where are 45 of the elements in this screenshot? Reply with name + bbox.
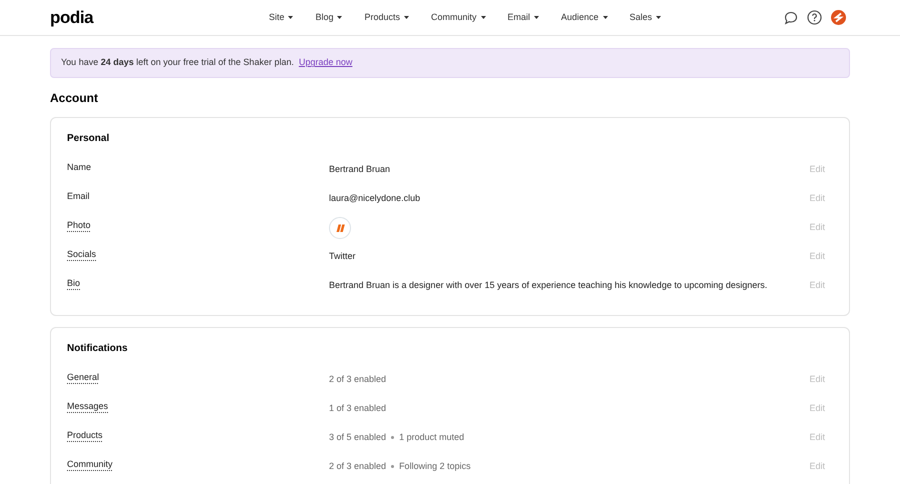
nav-menu[interactable]: Site (268, 10, 294, 24)
caret-icon (534, 16, 540, 19)
field-label: Name (67, 161, 92, 174)
card-title: Notifications (67, 342, 129, 356)
nav-menu[interactable]: Sales (630, 10, 662, 24)
field-value: Bertrand Bruan (329, 162, 390, 176)
upgrade-link[interactable]: Upgrade now (298, 56, 352, 70)
field-label[interactable]: Products (67, 429, 103, 442)
nav-menu[interactable]: Community (430, 10, 486, 24)
caret-icon (404, 16, 409, 19)
field-label[interactable]: Photo (67, 219, 91, 232)
trial-message: You have 24 days left on your free trial of the Shaker plan. (61, 56, 294, 70)
card-title: Personal (67, 132, 110, 146)
nav-menu[interactable]: Products (364, 10, 409, 24)
caret-icon (602, 16, 608, 19)
bullet-icon (391, 465, 394, 468)
help-icon[interactable] (807, 10, 822, 25)
page-title: Account (50, 90, 99, 107)
field-value: 2 of 3 enabled (329, 372, 386, 386)
caret-icon (656, 16, 662, 19)
podia-logo[interactable]: podia (50, 4, 200, 30)
bullet-icon (391, 436, 394, 439)
field-label[interactable]: Socials (67, 248, 96, 262)
field-label[interactable]: Messages (67, 400, 108, 414)
nav-menu[interactable]: Email (508, 10, 540, 24)
nav-menu[interactable]: Blog (315, 10, 342, 24)
field-label[interactable]: General (67, 371, 100, 384)
avatar-icon[interactable] (831, 10, 846, 25)
field-value: Following 2 topics (399, 460, 471, 473)
caret-icon (337, 16, 342, 19)
field-value: 1 of 3 enabled (329, 402, 386, 415)
chat-bubble-icon[interactable] (784, 10, 798, 24)
field-value: Bertrand Bruan is a designer with over 15 years of experience teaching his knowledge to upcoming designers. (329, 278, 768, 292)
caret-icon (480, 16, 486, 19)
field-value: 3 of 5 enabled (329, 430, 386, 444)
nav-menu[interactable]: Audience (561, 10, 608, 24)
field-value: 2 of 3 enabled (329, 460, 386, 473)
field-label[interactable]: Community (67, 458, 113, 472)
profile-photo-icon (329, 216, 351, 238)
field-value: 1 product muted (399, 430, 464, 444)
field-label: Email (67, 190, 90, 203)
caret-icon (288, 16, 294, 19)
field-value: laura@nicelydone.club (329, 192, 420, 205)
field-label[interactable]: Bio (67, 277, 80, 290)
field-value: Twitter (329, 250, 356, 263)
